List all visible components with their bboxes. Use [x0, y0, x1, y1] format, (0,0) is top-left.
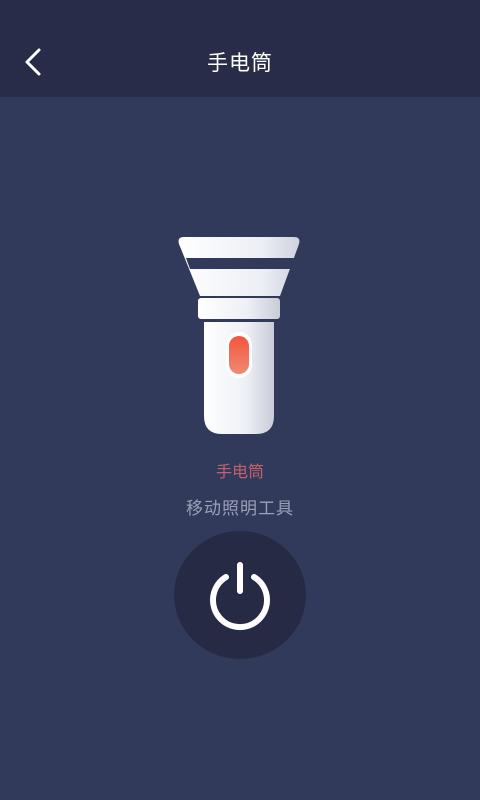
power-toggle-button[interactable] [174, 531, 306, 659]
power-icon [210, 562, 270, 631]
app-description: 移动照明工具 [186, 499, 294, 519]
app-name-label: 手电筒 [215, 462, 264, 481]
app-header: 手电筒 [0, 0, 480, 97]
flashlight-icon [176, 236, 304, 436]
page-title: 手电筒 [207, 51, 273, 75]
